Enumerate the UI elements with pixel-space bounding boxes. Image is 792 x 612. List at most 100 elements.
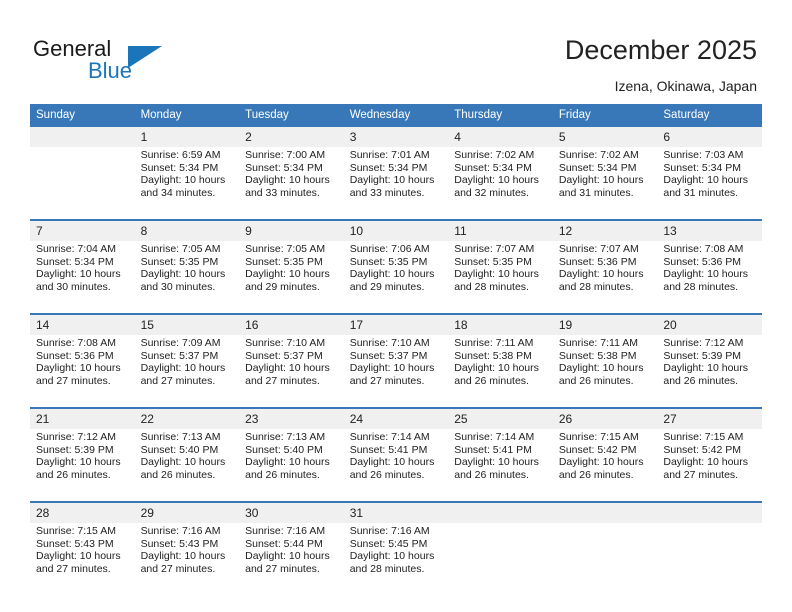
day-detail-line: Daylight: 10 hours xyxy=(663,362,749,375)
day-number-8[interactable]: 8 xyxy=(134,221,240,241)
day-detail-line: Sunset: 5:34 PM xyxy=(663,161,742,174)
day-detail-line: Sunset: 5:39 PM xyxy=(663,349,742,362)
day-detail-line: and 26 minutes. xyxy=(245,468,320,481)
day-number-11[interactable]: 11 xyxy=(448,221,553,241)
day-number-row: 14 15 16 17 18 19 20 xyxy=(30,315,762,335)
day-detail-line: Sunrise: 7:01 AM xyxy=(349,149,430,161)
day-number-29[interactable]: 29 xyxy=(134,503,240,523)
day-detail-line: and 27 minutes. xyxy=(349,374,425,387)
day-number-7[interactable]: 7 xyxy=(30,221,135,241)
day-detail-line: and 29 minutes. xyxy=(349,280,425,293)
day-detail-line: Sunset: 5:45 PM xyxy=(349,537,428,550)
day-detail-line: Sunset: 5:36 PM xyxy=(558,255,637,268)
day-number-16[interactable]: 16 xyxy=(239,315,344,335)
day-number-3[interactable]: 3 xyxy=(343,127,449,147)
day-detail-line: Sunset: 5:43 PM xyxy=(140,537,219,550)
weekday-header-monday: Monday xyxy=(134,104,240,127)
day-detail-line: and 28 minutes. xyxy=(454,280,529,293)
day-detail-13: Sunrise: 7:08 AM Sunset: 5:36 PM Daylight:… xyxy=(657,241,762,314)
day-detail-7: Sunrise: 7:04 AM Sunset: 5:34 PM Daylight:… xyxy=(30,241,135,314)
day-detail-line: and 27 minutes. xyxy=(36,374,111,387)
day-detail-empty xyxy=(552,523,658,595)
day-detail-line: Sunrise: 7:05 AM xyxy=(140,243,221,255)
day-detail-line: and 30 minutes. xyxy=(140,280,216,293)
weekday-header-sunday: Sunday xyxy=(30,104,135,127)
day-number-31[interactable]: 31 xyxy=(343,503,449,523)
day-number-4[interactable]: 4 xyxy=(448,127,553,147)
day-detail-22: Sunrise: 7:13 AM Sunset: 5:40 PM Daylight:… xyxy=(134,429,240,502)
day-detail-19: Sunrise: 7:11 AM Sunset: 5:38 PM Daylight:… xyxy=(552,335,658,408)
day-detail-row: Sunrise: 7:04 AM Sunset: 5:34 PM Daylight:… xyxy=(30,241,762,314)
day-detail-line: Sunrise: 7:16 AM xyxy=(349,525,430,537)
day-number-18[interactable]: 18 xyxy=(448,315,553,335)
calendar-page: General Blue December 2025 Izena, Okinaw… xyxy=(0,0,792,612)
weekday-header-thursday: Thursday xyxy=(448,104,553,127)
day-number-25[interactable]: 25 xyxy=(448,409,553,429)
day-detail-line: Sunset: 5:44 PM xyxy=(245,537,323,550)
page-title: December 2025 xyxy=(564,35,757,65)
day-detail-line: Daylight: 10 hours xyxy=(36,362,121,375)
day-detail-21: Sunrise: 7:12 AM Sunset: 5:39 PM Daylight:… xyxy=(30,429,135,502)
day-detail-line: Sunrise: 7:10 AM xyxy=(349,337,430,349)
day-number-9[interactable]: 9 xyxy=(239,221,344,241)
weekday-header-wednesday: Wednesday xyxy=(343,104,449,127)
day-detail-line: and 31 minutes. xyxy=(663,186,739,199)
day-detail-line: Sunrise: 7:15 AM xyxy=(558,431,639,443)
day-number-24[interactable]: 24 xyxy=(343,409,449,429)
day-number-6[interactable]: 6 xyxy=(657,127,762,147)
day-detail-line: Daylight: 10 hours xyxy=(558,174,644,187)
day-number-1[interactable]: 1 xyxy=(134,127,240,147)
day-detail-1: Sunrise: 6:59 AM Sunset: 5:34 PM Daylight:… xyxy=(134,147,240,220)
day-detail-28: Sunrise: 7:15 AM Sunset: 5:43 PM Daylight:… xyxy=(30,523,135,595)
day-number-20[interactable]: 20 xyxy=(657,315,762,335)
day-number-17[interactable]: 17 xyxy=(343,315,449,335)
day-number-12[interactable]: 12 xyxy=(552,221,658,241)
day-detail-empty xyxy=(448,523,553,595)
day-number-13[interactable]: 13 xyxy=(657,221,762,241)
day-detail-line: Sunset: 5:41 PM xyxy=(454,443,532,456)
weekday-header-row: Sunday Monday Tuesday Wednesday Thursday Frid… xyxy=(30,104,762,127)
day-number-19[interactable]: 19 xyxy=(552,315,658,335)
day-detail-line: Daylight: 10 hours xyxy=(349,550,435,563)
day-number-30[interactable]: 30 xyxy=(239,503,344,523)
day-number-10[interactable]: 10 xyxy=(343,221,449,241)
day-number-22[interactable]: 22 xyxy=(134,409,240,429)
day-detail-line: Sunset: 5:38 PM xyxy=(454,349,532,362)
day-detail-line: and 26 minutes. xyxy=(558,468,634,481)
day-detail-line: Sunrise: 7:10 AM xyxy=(245,337,326,349)
day-number-14[interactable]: 14 xyxy=(30,315,135,335)
day-detail-20: Sunrise: 7:12 AM Sunset: 5:39 PM Daylight:… xyxy=(657,335,762,408)
day-number-27[interactable]: 27 xyxy=(657,409,762,429)
day-number-empty xyxy=(30,127,135,147)
day-detail-line: Daylight: 10 hours xyxy=(245,268,330,281)
day-detail-line: Sunset: 5:43 PM xyxy=(36,537,114,550)
day-number-empty xyxy=(552,503,658,523)
day-detail-23: Sunrise: 7:13 AM Sunset: 5:40 PM Daylight:… xyxy=(239,429,344,502)
day-detail-9: Sunrise: 7:05 AM Sunset: 5:35 PM Daylight:… xyxy=(239,241,344,314)
day-number-28[interactable]: 28 xyxy=(30,503,135,523)
day-number-2[interactable]: 2 xyxy=(239,127,344,147)
day-detail-line: Sunset: 5:42 PM xyxy=(663,443,742,456)
day-detail-line: Daylight: 10 hours xyxy=(558,456,644,469)
day-detail-line: Daylight: 10 hours xyxy=(558,362,644,375)
day-detail-line: Sunrise: 7:12 AM xyxy=(36,431,116,443)
day-detail-line: Sunrise: 7:13 AM xyxy=(245,431,326,443)
day-detail-line: Daylight: 10 hours xyxy=(663,456,749,469)
day-detail-line: Daylight: 10 hours xyxy=(454,456,539,469)
day-number-23[interactable]: 23 xyxy=(239,409,344,429)
day-detail-line: and 27 minutes. xyxy=(663,468,739,481)
day-number-21[interactable]: 21 xyxy=(30,409,135,429)
day-detail-line: Sunset: 5:35 PM xyxy=(245,255,323,268)
day-number-26[interactable]: 26 xyxy=(552,409,658,429)
day-detail-line: and 27 minutes. xyxy=(140,374,216,387)
day-detail-18: Sunrise: 7:11 AM Sunset: 5:38 PM Daylight:… xyxy=(448,335,553,408)
day-detail-line: Daylight: 10 hours xyxy=(245,174,330,187)
day-number-15[interactable]: 15 xyxy=(134,315,240,335)
day-detail-line: and 30 minutes. xyxy=(36,280,111,293)
day-detail-line: Daylight: 10 hours xyxy=(140,174,226,187)
day-detail-line: Daylight: 10 hours xyxy=(245,456,330,469)
day-detail-line: Sunset: 5:38 PM xyxy=(558,349,637,362)
day-number-5[interactable]: 5 xyxy=(552,127,658,147)
day-detail-25: Sunrise: 7:14 AM Sunset: 5:41 PM Daylight:… xyxy=(448,429,553,502)
page-header: General Blue December 2025 Izena, Okinaw… xyxy=(0,0,792,104)
